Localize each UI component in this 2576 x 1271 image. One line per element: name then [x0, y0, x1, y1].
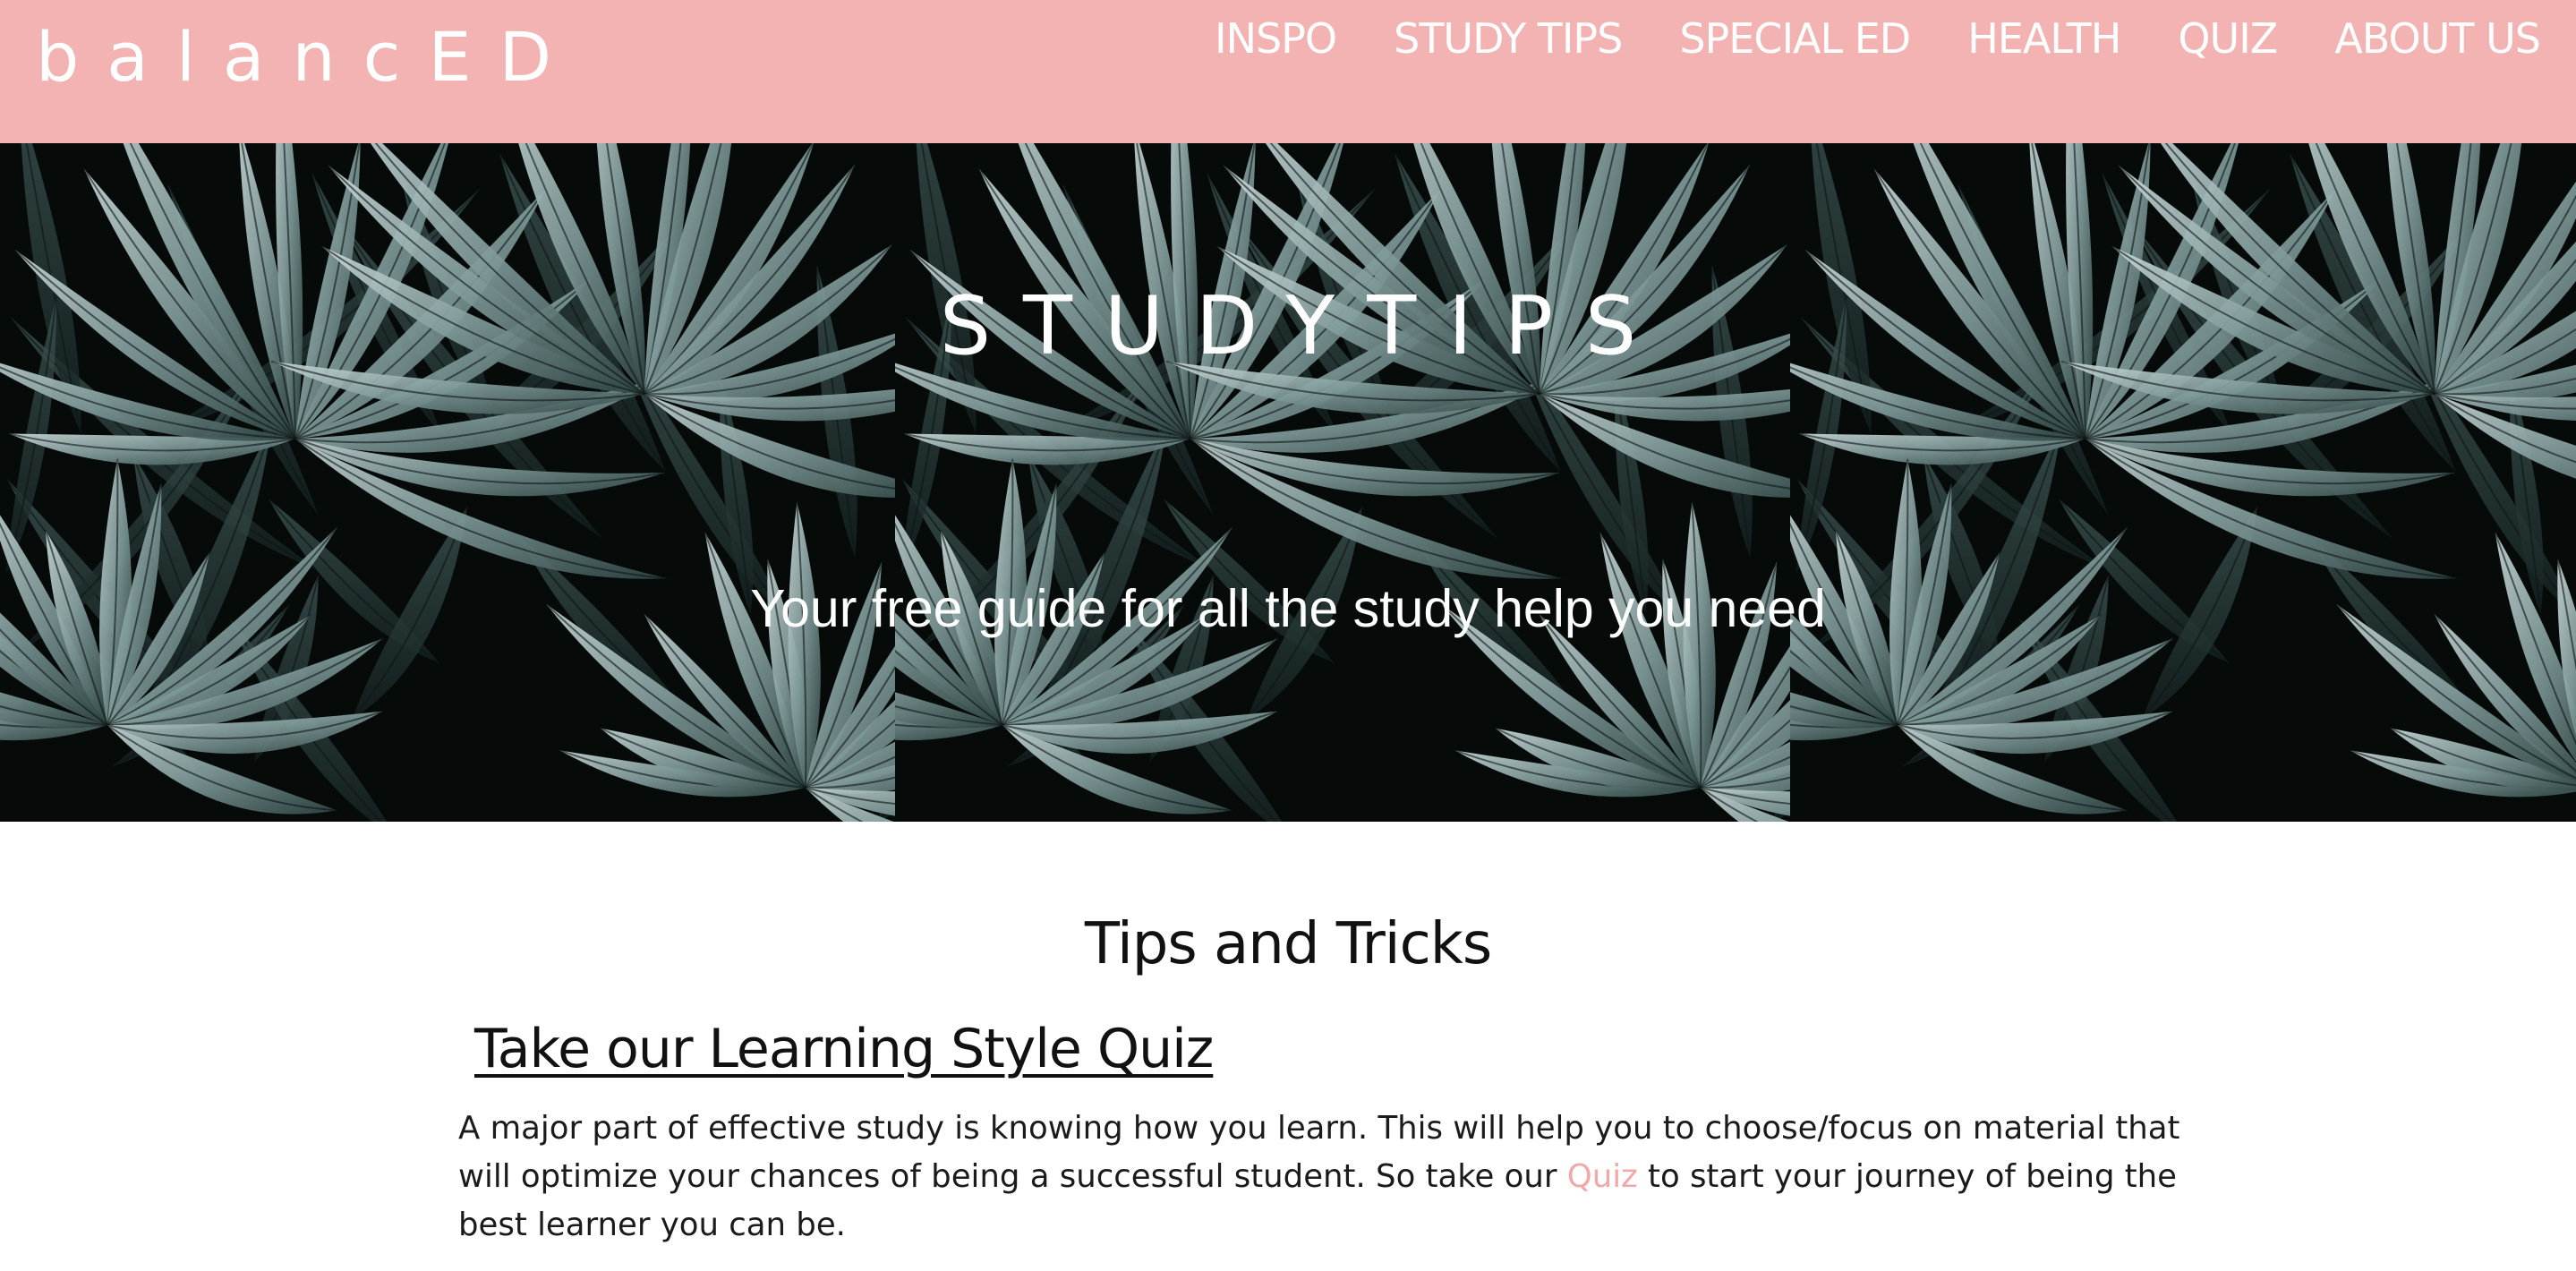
section-title: Tips and Tricks: [1084, 911, 1492, 977]
hero-subtitle: Your free guide for all the study help y…: [750, 579, 1826, 638]
nav-item-special-ed[interactable]: SPECIAL ED: [1679, 7, 1911, 70]
nav-item-study-tips[interactable]: STUDY TIPS: [1394, 7, 1623, 70]
palm-leaves-image: [895, 143, 1790, 822]
learning-style-quiz-link[interactable]: Take our Learning Style Quiz: [474, 1013, 1214, 1085]
intro-paragraph: A major part of effective study is knowi…: [458, 1105, 2213, 1250]
hero-title: STUDYTIPS: [939, 279, 1669, 373]
quiz-inline-link[interactable]: Quiz: [1567, 1158, 1638, 1195]
nav-item-quiz[interactable]: QUIZ: [2178, 7, 2278, 70]
nav-item-health[interactable]: HEALTH: [1967, 7, 2121, 70]
brand-logo[interactable]: balancED: [36, 13, 579, 102]
palm-leaves-image: [0, 143, 895, 822]
top-navbar: balancED INSPO STUDY TIPS SPECIAL ED HEA…: [0, 0, 2576, 143]
nav-item-about-us[interactable]: ABOUT US: [2334, 7, 2541, 70]
palm-leaves-image: [1790, 143, 2576, 822]
nav-item-inspo[interactable]: INSPO: [1215, 7, 1337, 70]
hero-banner: STUDYTIPS Your free guide for all the st…: [0, 143, 2576, 822]
nav-menu: INSPO STUDY TIPS SPECIAL ED HEALTH QUIZ …: [1215, 7, 2541, 70]
